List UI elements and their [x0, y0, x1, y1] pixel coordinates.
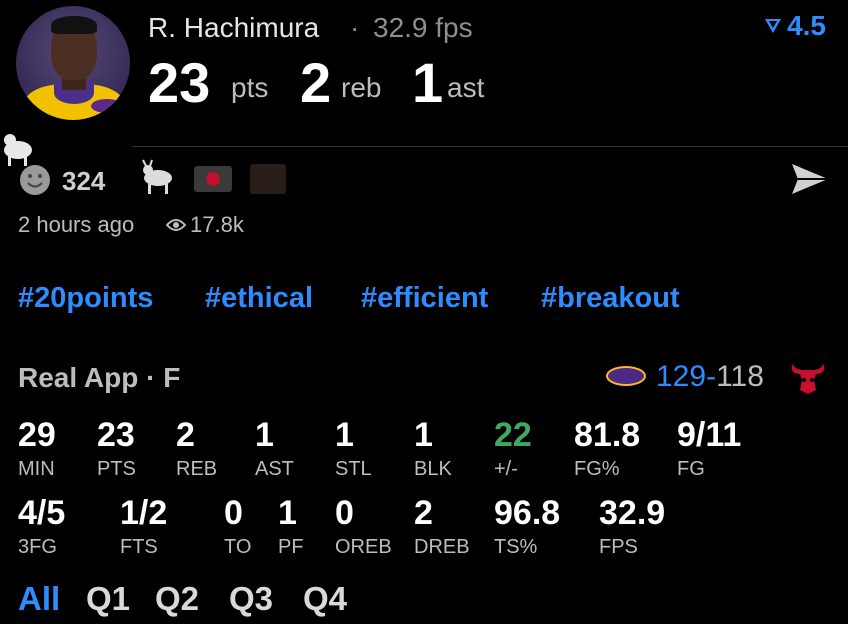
stat-dreb-value: 2: [414, 494, 433, 532]
tag-efficient[interactable]: #efficient: [361, 282, 488, 315]
stat-blk-label: BLK: [414, 458, 452, 480]
player-avatar[interactable]: [16, 6, 130, 120]
stat-reb-value: 2: [176, 416, 195, 454]
stat-min-value: 29: [18, 416, 56, 454]
tab-q1[interactable]: Q1: [86, 580, 130, 618]
stat-to-label: TO: [224, 536, 252, 558]
stat-ts-value: 96.8: [494, 494, 561, 532]
rating-value: 4.5: [787, 10, 826, 41]
tab-q4[interactable]: Q4: [303, 580, 347, 618]
lakers-logo-icon: [606, 366, 646, 386]
time-ago: 2 hours ago: [18, 212, 135, 237]
game-source: Real App · F: [18, 362, 181, 393]
figure-icon[interactable]: [250, 164, 286, 194]
stat-to-value: 0: [224, 494, 243, 532]
japan-flag-icon[interactable]: [194, 166, 232, 192]
stat-plusminus-label: +/-: [494, 458, 518, 480]
rating-badge[interactable]: 4.5: [763, 10, 826, 42]
reaction-count: 324: [62, 166, 106, 196]
stat-pts-value: 23: [97, 416, 135, 454]
stat-fps-value: 32.9: [599, 494, 666, 532]
name-separator: ·: [350, 12, 360, 43]
stat-min-label: MIN: [18, 458, 55, 480]
views-count: 17.8k: [166, 212, 244, 238]
stat-fgpct-label: FG%: [574, 458, 620, 480]
tab-all[interactable]: All: [18, 580, 60, 618]
stat-stl-label: STL: [335, 458, 372, 480]
stat-fgpct-value: 81.8: [574, 416, 641, 454]
reb-value: 2: [300, 51, 332, 114]
stat-fps-label: FPS: [599, 536, 638, 558]
stat-oreb-value: 0: [335, 494, 354, 532]
stat-ast-label: AST: [255, 458, 294, 480]
tab-q2[interactable]: Q2: [155, 580, 199, 618]
eye-icon: [166, 219, 186, 231]
ast-unit: ast: [447, 72, 485, 103]
pts-value: 23: [148, 51, 211, 114]
stat-pf-label: PF: [278, 536, 304, 558]
smiley-icon: [20, 165, 50, 195]
stat-3fg-value: 4/5: [18, 494, 66, 532]
stat-stl-value: 1: [335, 416, 354, 454]
stat-ts-label: TS%: [494, 536, 538, 558]
stat-fg-value: 9/11: [677, 416, 742, 454]
tab-q3[interactable]: Q3: [229, 580, 273, 618]
goat-icon: [4, 134, 32, 166]
player-name[interactable]: R. Hachimura: [148, 12, 319, 44]
goat-icon: [142, 159, 172, 194]
stat-plusminus-value: 22: [494, 416, 532, 454]
ast-value: 1: [412, 51, 444, 114]
stat-pts-label: PTS: [97, 458, 136, 480]
reb-unit: reb: [341, 72, 382, 103]
stat-fts-label: FTS: [120, 536, 158, 558]
score-sep: -: [706, 360, 717, 393]
stat-fg-label: FG: [677, 458, 705, 480]
stat-fts-value: 1/2: [120, 494, 168, 532]
score-home: 129: [656, 360, 707, 393]
tag-breakout[interactable]: #breakout: [541, 282, 680, 315]
stat-reb-label: REB: [176, 458, 218, 480]
player-fps: 32.9 fps: [373, 12, 473, 43]
bulls-logo-icon: [791, 364, 825, 394]
tag-ethical[interactable]: #ethical: [205, 282, 313, 315]
tag-20points[interactable]: #20points: [18, 282, 153, 315]
score-away: 118: [716, 360, 764, 393]
views-value: 17.8k: [190, 212, 244, 237]
stat-oreb-label: OREB: [335, 536, 392, 558]
stat-3fg-label: 3FG: [18, 536, 57, 558]
rating-arrow-icon: [765, 19, 782, 33]
stat-ast-value: 1: [255, 416, 274, 454]
send-icon[interactable]: [790, 162, 830, 196]
stat-dreb-label: DREB: [414, 536, 470, 558]
game-score[interactable]: 129-118: [656, 360, 764, 394]
stat-pf-value: 1: [278, 494, 297, 532]
pts-unit: pts: [231, 72, 269, 103]
stat-blk-value: 1: [414, 416, 433, 454]
